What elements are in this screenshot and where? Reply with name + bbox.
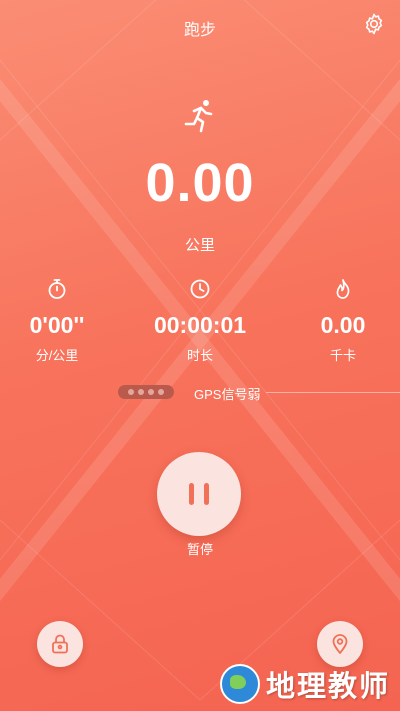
page-title: 跑步 bbox=[183, 22, 216, 39]
divider bbox=[266, 392, 400, 393]
lock-button[interactable] bbox=[37, 621, 83, 667]
lock-icon bbox=[52, 634, 68, 654]
calories-stat: 0.00 千卡 bbox=[283, 278, 400, 364]
pace-value: 0'00'' bbox=[29, 312, 85, 338]
watermark-text: 地理教师 bbox=[265, 671, 390, 703]
duration-stat: 00:00:01 时长 bbox=[140, 278, 260, 364]
location-pin-icon bbox=[332, 634, 348, 654]
pace-label: 分/公里 bbox=[35, 348, 79, 363]
pause-icon-bar bbox=[189, 483, 194, 505]
watermark: 地理教师 bbox=[219, 663, 390, 705]
pause-icon-bar bbox=[204, 483, 209, 505]
signal-dot bbox=[128, 389, 134, 395]
calories-label: 千卡 bbox=[329, 348, 356, 363]
location-button[interactable] bbox=[317, 621, 363, 667]
gear-icon[interactable] bbox=[362, 12, 386, 36]
runner-icon bbox=[184, 100, 213, 133]
pace-stat: 0'00'' 分/公里 bbox=[0, 278, 117, 364]
duration-label: 时长 bbox=[186, 348, 213, 363]
signal-dot bbox=[158, 389, 164, 395]
pause-button[interactable] bbox=[157, 452, 241, 536]
duration-value: 00:00:01 bbox=[153, 312, 247, 338]
globe-logo bbox=[219, 664, 260, 704]
signal-dot bbox=[138, 389, 144, 395]
clock-icon bbox=[190, 279, 210, 299]
gps-status-text: GPS信号弱 bbox=[194, 387, 261, 402]
signal-dot bbox=[148, 389, 154, 395]
stopwatch-icon bbox=[48, 279, 66, 299]
pause-label: 暂停 bbox=[186, 542, 213, 557]
calories-value: 0.00 bbox=[320, 312, 366, 338]
gps-signal-indicator bbox=[118, 385, 174, 399]
flame-icon bbox=[336, 279, 350, 299]
distance-value: 0.00 bbox=[145, 153, 255, 213]
distance-unit: 公里 bbox=[184, 237, 215, 254]
